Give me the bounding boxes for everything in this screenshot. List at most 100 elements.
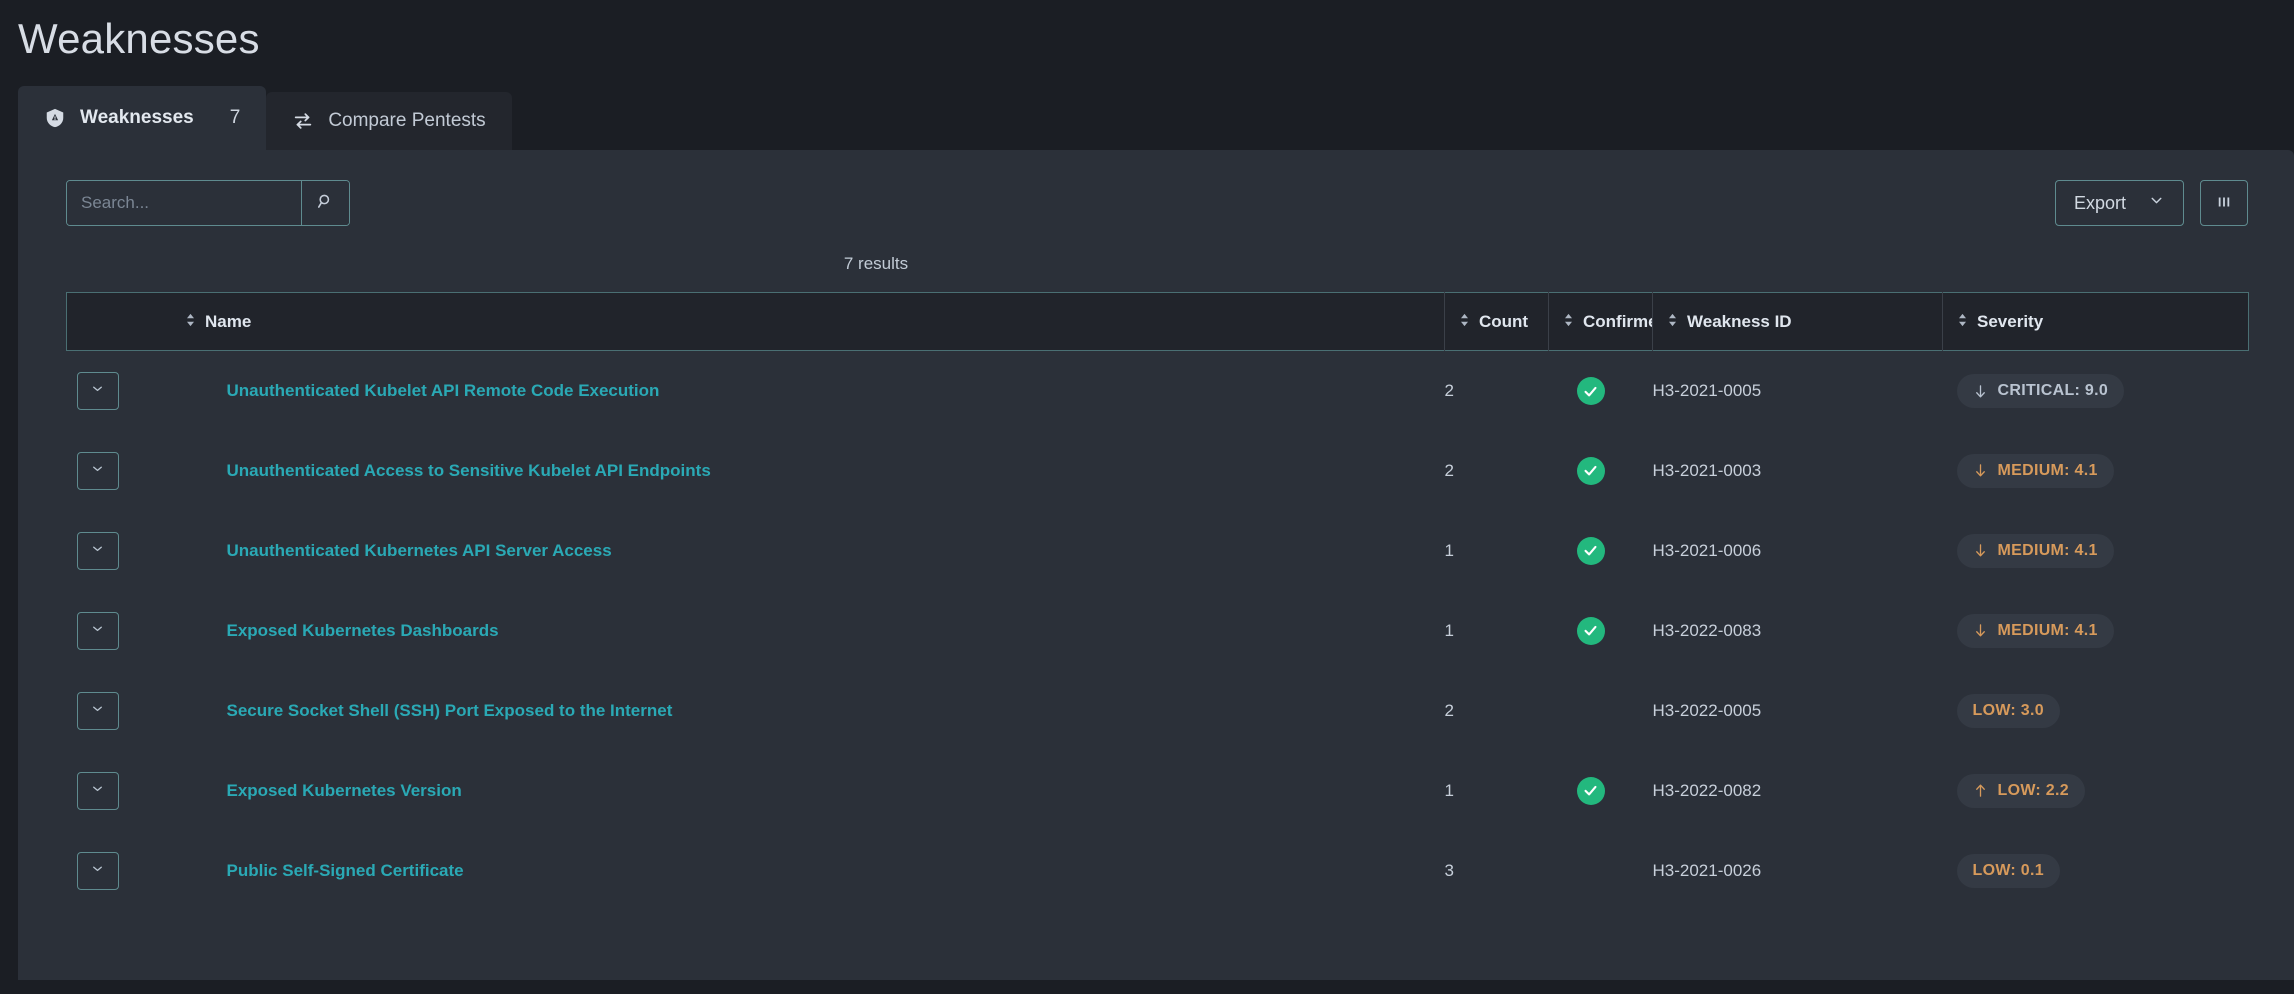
column-settings-button[interactable] <box>2200 180 2248 227</box>
row-expand-button[interactable] <box>76 372 119 411</box>
arrow-up-icon <box>1973 782 1988 799</box>
row-expand-button[interactable] <box>76 691 119 730</box>
column-header-name[interactable]: Name <box>66 292 1445 351</box>
sort-updown-icon <box>1459 312 1470 332</box>
cell-weakness-id: H3-2021-0026 <box>1652 860 1762 880</box>
weakness-name-link[interactable]: Secure Socket Shell (SSH) Port Exposed t… <box>119 701 673 721</box>
chevron-down-icon <box>90 541 105 561</box>
cell-confirmed <box>1549 671 1653 751</box>
severity-badge: LOW: 0.1 <box>1956 853 2060 888</box>
cell-confirmed <box>1549 831 1653 911</box>
severity-badge: LOW: 3.0 <box>1956 693 2060 728</box>
arrow-down-icon <box>1973 462 1988 479</box>
page-title: Weaknesses <box>18 15 260 62</box>
export-button-label: Export <box>2073 192 2126 213</box>
table-body: Unauthenticated Kubelet API Remote Code … <box>67 351 2249 911</box>
column-header-count[interactable]: Count <box>1444 292 1549 351</box>
cell-name: Public Self-Signed Certificate <box>67 831 1445 911</box>
column-header-severity-label: Severity <box>1977 311 2044 331</box>
search-box <box>66 180 350 227</box>
sort-updown-icon <box>185 312 196 332</box>
row-expand-button[interactable] <box>76 531 119 570</box>
sort-updown-icon <box>1957 312 1968 332</box>
cell-name: Unauthenticated Kubelet API Remote Code … <box>67 351 1445 431</box>
cell-count: 2 <box>1444 381 1454 401</box>
table-row: Public Self-Signed Certificate 3 H3-2021-0… <box>67 831 2249 911</box>
severity-badge-label: MEDIUM: 4.1 <box>1997 621 2098 639</box>
row-expand-button[interactable] <box>76 611 119 650</box>
tab-compare-pentests-label: Compare Pentests <box>328 110 486 132</box>
table-row: Unauthenticated Kubelet API Remote Code … <box>67 351 2249 431</box>
chevron-down-icon <box>90 781 105 801</box>
table-row: Exposed Kubernetes Dashboards 1 H3-2022-00… <box>67 591 2249 671</box>
tab-weaknesses-count: 7 <box>229 107 241 129</box>
severity-badge-label: MEDIUM: 4.1 <box>1997 461 2098 479</box>
cell-name: Unauthenticated Access to Sensitive Kube… <box>67 431 1445 511</box>
cell-count: 2 <box>1444 460 1454 480</box>
severity-badge-label: LOW: 0.1 <box>1972 861 2044 879</box>
table-row: Secure Socket Shell (SSH) Port Exposed t… <box>67 671 2249 751</box>
cell-count: 1 <box>1444 620 1454 640</box>
table-row: Exposed Kubernetes Version 1 H3-2022-0082 L… <box>67 751 2249 831</box>
cell-name: Exposed Kubernetes Version <box>67 751 1445 831</box>
table-row: Unauthenticated Kubernetes API Server Ac… <box>67 511 2249 591</box>
cell-count: 2 <box>1444 700 1454 720</box>
cell-count: 3 <box>1444 860 1454 880</box>
severity-badge: LOW: 2.2 <box>1956 773 2085 808</box>
sort-updown-icon <box>1563 312 1574 332</box>
cell-severity: CRITICAL: 9.0 <box>1943 351 2249 431</box>
column-header-weakness-id[interactable]: Weakness ID <box>1652 292 1943 351</box>
severity-badge: MEDIUM: 4.1 <box>1956 613 2114 648</box>
cell-confirmed <box>1549 511 1653 591</box>
tab-weaknesses[interactable]: Weaknesses 7 <box>18 86 267 151</box>
column-header-count-label: Count <box>1479 311 1529 331</box>
weakness-name-link[interactable]: Public Self-Signed Certificate <box>119 861 464 881</box>
column-header-weakness-id-label: Weakness ID <box>1687 311 1792 331</box>
severity-badge: MEDIUM: 4.1 <box>1956 453 2114 488</box>
cell-count: 1 <box>1444 540 1454 560</box>
tabstrip: Weaknesses 7 Compare Pentests <box>0 86 2294 151</box>
export-button[interactable]: Export <box>2054 180 2184 227</box>
chevron-down-icon <box>90 461 105 481</box>
search-input[interactable] <box>67 181 301 226</box>
tab-weaknesses-label: Weaknesses <box>80 107 194 129</box>
cell-severity: MEDIUM: 4.1 <box>1943 511 2249 591</box>
row-expand-button[interactable] <box>76 451 119 490</box>
search-button[interactable] <box>301 181 349 226</box>
cell-weakness-id: H3-2022-0082 <box>1652 780 1762 800</box>
cell-weakness-id: H3-2022-0005 <box>1652 700 1762 720</box>
severity-badge: MEDIUM: 4.1 <box>1956 533 2114 568</box>
cell-severity: MEDIUM: 4.1 <box>1943 431 2249 511</box>
cell-name: Exposed Kubernetes Dashboards <box>67 591 1445 671</box>
table-header-row: Name Count Confirm Weakness ID Severity <box>66 292 2249 351</box>
table-toolbar: Export <box>18 150 2294 227</box>
chevron-down-icon <box>2148 192 2165 214</box>
row-expand-button[interactable] <box>76 851 119 890</box>
cell-name: Unauthenticated Kubernetes API Server Ac… <box>67 511 1445 591</box>
weakness-name-link[interactable]: Unauthenticated Kubelet API Remote Code … <box>119 381 660 401</box>
arrow-down-icon <box>1973 383 1988 400</box>
row-expand-button[interactable] <box>76 771 119 810</box>
arrow-down-icon <box>1973 622 1988 639</box>
weakness-name-link[interactable]: Exposed Kubernetes Version <box>119 781 462 801</box>
chevron-down-icon <box>90 621 105 641</box>
weakness-name-link[interactable]: Exposed Kubernetes Dashboards <box>119 621 499 641</box>
cell-severity: MEDIUM: 4.1 <box>1943 591 2249 671</box>
check-circle-icon <box>1576 616 1605 645</box>
compare-arrows-icon <box>292 110 314 132</box>
cell-name: Secure Socket Shell (SSH) Port Exposed t… <box>67 671 1445 751</box>
columns-icon <box>2215 193 2233 214</box>
severity-badge-label: MEDIUM: 4.1 <box>1997 541 2098 559</box>
severity-badge-label: LOW: 2.2 <box>1997 781 2069 799</box>
column-header-severity[interactable]: Severity <box>1942 292 2249 351</box>
weakness-name-link[interactable]: Unauthenticated Kubernetes API Server Ac… <box>119 541 612 561</box>
tab-compare-pentests[interactable]: Compare Pentests <box>266 92 512 151</box>
table-row: Unauthenticated Access to Sensitive Kube… <box>67 431 2249 511</box>
column-header-confirmed[interactable]: Confirmed <box>1548 292 1653 351</box>
weaknesses-panel: Export 7 results <box>18 150 2294 981</box>
check-circle-icon <box>1576 456 1605 485</box>
weakness-name-link[interactable]: Unauthenticated Access to Sensitive Kube… <box>119 461 711 481</box>
chevron-down-icon <box>90 701 105 721</box>
check-circle-icon <box>1576 536 1605 565</box>
cell-severity: LOW: 2.2 <box>1943 751 2249 831</box>
